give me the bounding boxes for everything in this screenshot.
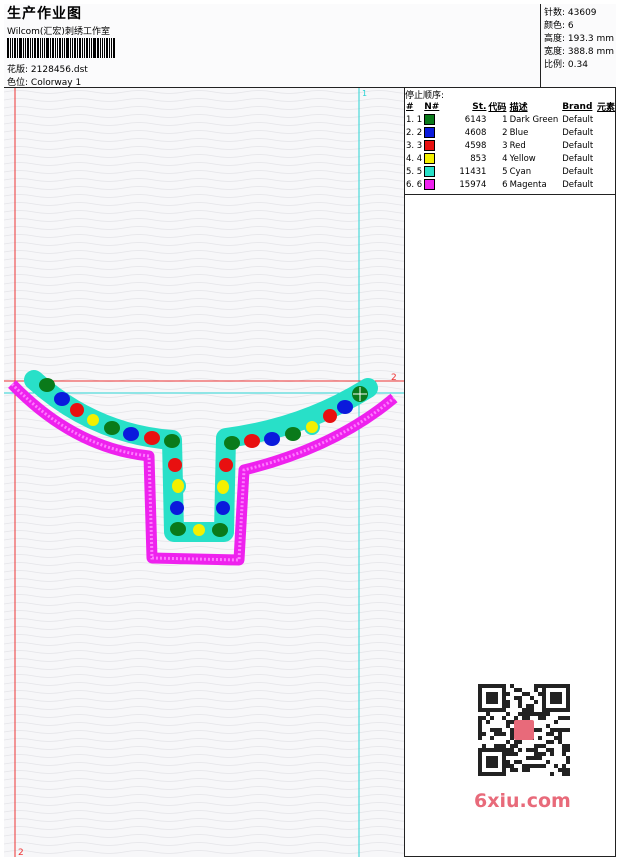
design-width: 宽度: 388.8 mm [544,47,615,57]
row-brand: Default [562,114,594,125]
color-swatch [423,178,440,191]
header-panel: 生产作业图 Wilcom(汇宏)刺绣工作室 花版: 2128456.dst 色位… [4,4,541,88]
row-index: 5. 5 [406,166,423,177]
col-brand: Brand [562,101,593,112]
color-swatch [423,165,440,178]
color-swatch [423,139,440,152]
swatch-icon [424,114,436,125]
table-row: 6. 6 15974 6 Magenta Default [405,178,616,191]
row-stitches: 853 [470,153,487,164]
row-index: 4. 4 [406,153,423,164]
guide-marker: 1 [362,89,367,98]
table-row: 3. 3 4598 3 Red Default [405,139,616,152]
swatch-icon [424,140,436,151]
row-description: Dark Green [509,114,559,125]
row-element [596,178,616,191]
row-index: 1. 1 [406,114,423,125]
stitch-count: 针数: 43609 [544,8,597,18]
row-index: 6. 6 [406,179,423,190]
row-code: 4 [502,153,508,164]
row-description: Yellow [509,153,536,164]
embroidery-preview: 1 2 2 [4,88,404,857]
row-stitches: 11431 [459,166,487,177]
row-brand: Default [562,153,594,164]
guide-marker: 2 [18,848,24,857]
watermark-logo: 6xiu.com [474,790,571,812]
design-label: 花版: [7,65,29,75]
row-stitches: 6143 [464,114,487,125]
row-code: 2 [502,127,508,138]
color-swatch [423,113,440,126]
swatch-icon [424,153,436,164]
row-element [596,126,616,139]
barcode-icon [7,38,116,58]
design-file: 2128456.dst [30,65,88,75]
table-row: 2. 2 4608 2 Blue Default [405,126,616,139]
col-stitches: St. [472,101,487,112]
colorway-value: Colorway 1 [30,78,82,88]
table-row: 4. 4 853 4 Yellow Default [405,152,616,165]
colorway-label: 色位: [7,78,29,88]
col-needle: N# [424,101,440,112]
table-header-row: # N# St. 代码 描述 Brand 元素 [405,100,616,114]
swatch-icon [424,166,436,177]
row-description: Cyan [509,166,532,177]
row-index: 2. 2 [406,127,423,138]
row-description: Blue [509,127,529,138]
colorway-row: 色位: Colorway 1 [7,75,81,88]
row-code: 1 [502,114,508,125]
row-index: 3. 3 [406,140,423,151]
row-code: 5 [502,166,508,177]
color-swatch [423,126,440,139]
row-code: 3 [502,140,508,151]
stop-sequence-table: # N# St. 代码 描述 Brand 元素 1. 1 6143 1 Dark Gr… [405,100,616,191]
row-element [596,139,616,152]
row-stitches: 15974 [459,179,487,190]
row-stitches: 4598 [464,140,487,151]
row-brand: Default [562,140,594,151]
col-description: 描述 [509,103,528,113]
row-brand: Default [562,179,594,190]
company-name: Wilcom(汇宏)刺绣工作室 [7,27,110,37]
row-description: Magenta [509,179,547,190]
row-stitches: 4608 [464,127,487,138]
row-element [596,165,616,178]
color-count: 颜色: 6 [544,21,574,31]
table-row: 1. 1 6143 1 Dark Green Default [405,113,616,126]
row-element [596,113,616,126]
row-element [596,152,616,165]
col-element: 元素 [596,103,615,113]
col-code: 代码 [488,103,507,113]
stats-panel: 针数: 43609 颜色: 6 高度: 193.3 mm 宽度: 388.8 m… [541,4,616,88]
page-title: 生产作业图 [7,6,82,22]
row-description: Red [509,140,526,151]
design-scale: 比例: 0.34 [544,60,588,70]
color-swatch [423,152,440,165]
row-brand: Default [562,166,594,177]
swatch-icon [424,179,436,190]
row-code: 6 [502,179,508,190]
design-row: 花版: 2128456.dst [7,62,88,75]
swatch-icon [424,127,436,138]
design-height: 高度: 193.3 mm [544,34,615,44]
design-canvas: 1 2 2 [4,88,405,857]
table-row: 5. 5 11431 5 Cyan Default [405,165,616,178]
guide-marker: 2 [391,373,397,383]
col-index: # [406,101,414,112]
panel-divider [405,194,616,195]
row-brand: Default [562,127,594,138]
